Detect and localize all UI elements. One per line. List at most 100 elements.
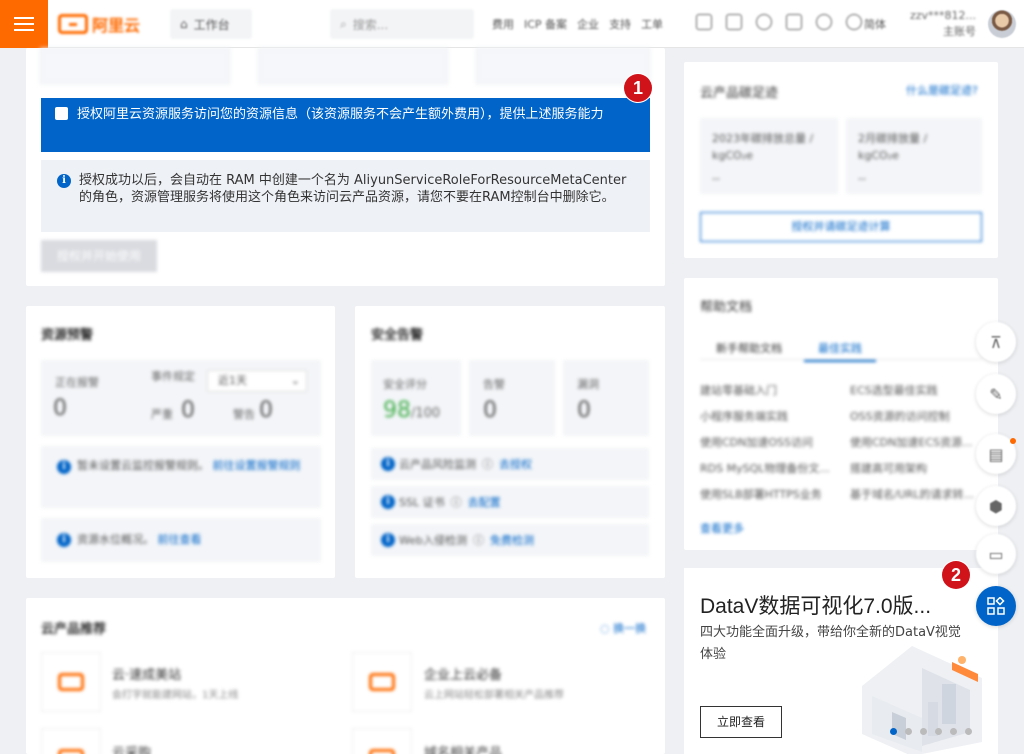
aliyun-logo-icon	[58, 14, 88, 34]
product-icon[interactable]	[41, 652, 101, 712]
carbon-title: 云产品碳足迹	[700, 86, 779, 101]
carbon-year-label: 2023年碳排放总量 / kgCO₂e	[712, 132, 814, 162]
carousel-dot[interactable]	[965, 728, 972, 735]
resource-alert-card: 资源预警 正在报警 0 事件规定 近1天 ⌄ 严重 0 警告 0 i 暂未设置云…	[26, 306, 335, 578]
resource-alert-title: 资源预警	[41, 328, 94, 343]
product-name[interactable]: 云·速成美站	[112, 664, 181, 683]
chevron-down-icon: ⌄	[290, 374, 300, 387]
help-link[interactable]: ECS选型最佳实践	[850, 382, 938, 398]
nav-ticket[interactable]: 工单	[641, 16, 663, 32]
warning-label: 警告	[233, 408, 255, 421]
carousel-dot[interactable]	[950, 728, 957, 735]
warning-value: 0	[259, 398, 273, 423]
security-row: i 云产品风险监测 ⓘ 去授权	[371, 448, 649, 480]
help-link[interactable]: OSS资源的访问控制	[850, 408, 950, 424]
security-row-action[interactable]: 去配置	[468, 494, 501, 510]
help-icon: ⓘ	[450, 496, 462, 509]
help-link[interactable]: 搭建高可用架构	[850, 460, 927, 476]
product-name[interactable]: 企业上云必备	[424, 664, 502, 683]
bell-icon[interactable]	[756, 14, 772, 30]
document-icon[interactable]	[696, 14, 712, 30]
apps-icon[interactable]	[976, 586, 1016, 626]
search-input[interactable]: ⌕ 搜索...	[330, 9, 474, 39]
score-value: 98	[383, 398, 411, 423]
info-icon: i	[381, 495, 395, 509]
apps-grid-icon	[987, 597, 1005, 615]
security-row-label: Web入侵检测	[399, 534, 467, 547]
product-desc: 会打字就能建网站，1天上线	[112, 690, 239, 701]
watermark-link[interactable]: 前往查看	[158, 533, 202, 546]
help-tabs: 新手帮助文档 最佳实践	[700, 334, 982, 362]
step-badge-1: 1	[624, 74, 652, 102]
alerting-value: 0	[53, 396, 67, 421]
help-link[interactable]: 建站零基础入门	[700, 382, 777, 398]
help-link[interactable]: 使用CDN加速OSS访问	[700, 434, 813, 450]
vuln-value: 0	[577, 398, 591, 423]
product-desc: 云上网站轻松部署相关产品推荐	[424, 690, 564, 701]
vuln-label: 漏洞	[577, 378, 599, 391]
carbon-authorize-button[interactable]: 授权并请碳足迹计算	[700, 212, 982, 242]
product-icon[interactable]	[352, 652, 412, 712]
authorize-start-button[interactable]: 授权并开始使用	[41, 240, 157, 272]
language-switch[interactable]: 简体	[864, 16, 886, 32]
menu-button[interactable]	[0, 0, 48, 48]
monitor-icon[interactable]	[726, 14, 742, 30]
help-link[interactable]: 基于域名/URL的请求转...	[850, 486, 974, 502]
product-icon[interactable]	[352, 728, 412, 754]
period-select[interactable]: 近1天 ⌄	[207, 370, 307, 392]
security-row-action[interactable]: 免费检测	[490, 532, 534, 548]
location-icon[interactable]	[816, 14, 832, 30]
info-icon: i	[57, 460, 71, 474]
edit-icon[interactable]: ✎	[976, 374, 1016, 414]
set-alert-rule-link[interactable]: 前往设置报警规则	[213, 459, 301, 472]
account-info[interactable]: zzv***812... 主账号	[900, 8, 976, 40]
product-name[interactable]: 云采购	[112, 742, 151, 754]
recommend-title: 云产品推荐	[41, 622, 107, 637]
help-icon[interactable]	[846, 14, 862, 30]
nav-support[interactable]: 支持	[609, 16, 631, 32]
top-icon[interactable]: ⊼	[976, 322, 1016, 362]
aliyun-logo[interactable]: 阿里云	[58, 12, 140, 36]
promo-title[interactable]: DataV数据可视化7.0版...	[700, 590, 931, 620]
avatar[interactable]	[988, 10, 1016, 38]
workbench-label: 工作台	[193, 17, 230, 32]
nav-cost[interactable]: 费用	[492, 16, 514, 32]
promo-description: 四大功能全面升级，带给你全新的DataV视觉体验	[700, 625, 961, 662]
carousel-dot[interactable]	[920, 728, 927, 735]
help-link[interactable]: 使用SLB部署HTTPS业务	[700, 486, 822, 502]
nav-enterprise[interactable]: 企业	[577, 16, 599, 32]
help-more-link[interactable]: 查看更多	[700, 520, 744, 536]
carousel-dot[interactable]	[905, 728, 912, 735]
cube-icon[interactable]: ⬢	[976, 486, 1016, 526]
nav-icp[interactable]: ICP 备案	[524, 16, 567, 32]
carbon-month-label: 2月碳排放量 / kgCO₂e	[858, 132, 928, 162]
help-link[interactable]: 使用CDN加速ECS资源...	[850, 434, 972, 450]
refresh-icon: ◌	[600, 622, 610, 635]
top-bar: 阿里云 ⌂ 工作台 ⌕ 搜索... 费用 ICP 备案 企业 支持 工单 简体 …	[0, 0, 1024, 48]
view-now-button[interactable]: 立即查看	[700, 706, 782, 738]
tab-best-practice[interactable]: 最佳实践	[804, 340, 876, 362]
cart-icon[interactable]	[786, 14, 802, 30]
score-box: 安全评分 98/100	[371, 360, 461, 436]
carousel-dot[interactable]	[935, 728, 942, 735]
security-row: i Web入侵检测 ⓘ 免费检测	[371, 524, 649, 556]
workbench-button[interactable]: ⌂ 工作台	[170, 9, 252, 39]
product-icon[interactable]	[41, 728, 101, 754]
refresh-link[interactable]: ◌ 换一换	[600, 620, 646, 636]
security-row-action[interactable]: 去授权	[499, 456, 532, 472]
carbon-help-link[interactable]: 什么是碳足迹?	[906, 82, 978, 98]
alarm-value: 0	[483, 398, 497, 423]
tab-beginner[interactable]: 新手帮助文档	[716, 340, 782, 356]
alert-rule-notice-text: 暂未设置云监控报警规则。	[77, 459, 209, 472]
product-name[interactable]: 域名相关产品	[424, 742, 502, 754]
carousel-dot[interactable]	[890, 728, 897, 735]
alerting-label: 正在报警	[55, 376, 99, 389]
help-link[interactable]: 小程序服务端实践	[700, 408, 788, 424]
vuln-box: 漏洞 0	[563, 360, 649, 436]
auth-checkbox[interactable]	[55, 107, 68, 120]
help-link[interactable]: RDS MySQL物理备份文...	[700, 460, 830, 476]
info-icon: i	[381, 457, 395, 471]
step-badge-2: 2	[942, 561, 970, 589]
auth-checkbox-bar[interactable]: 授权阿里云资源服务访问您的资源信息（该资源服务不会产生额外费用），提供上述服务能…	[41, 98, 650, 152]
chat-icon[interactable]: ▭	[976, 534, 1016, 574]
